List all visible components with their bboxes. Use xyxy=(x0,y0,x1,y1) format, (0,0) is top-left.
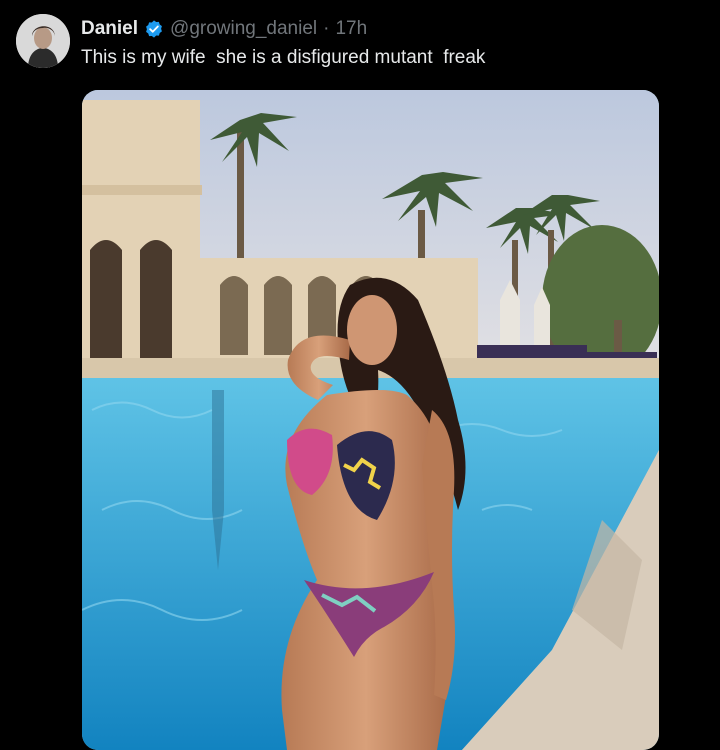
photo-pool-scene xyxy=(82,90,659,750)
author-handle[interactable]: @growing_daniel xyxy=(170,18,317,40)
verified-badge-icon xyxy=(146,20,162,38)
tweet[interactable]: Daniel @growing_daniel · 17h This is my … xyxy=(0,0,720,750)
avatar[interactable] xyxy=(16,14,70,68)
separator-dot: · xyxy=(323,18,330,39)
tweet-text: This is my wife she is a disfigured muta… xyxy=(81,47,486,68)
tweet-header: Daniel @growing_daniel · 17h xyxy=(81,17,367,41)
timestamp[interactable]: 17h xyxy=(335,18,367,40)
author-name[interactable]: Daniel xyxy=(81,18,138,40)
tweet-media-photo[interactable] xyxy=(82,90,659,750)
profile-photo-icon xyxy=(16,14,70,68)
